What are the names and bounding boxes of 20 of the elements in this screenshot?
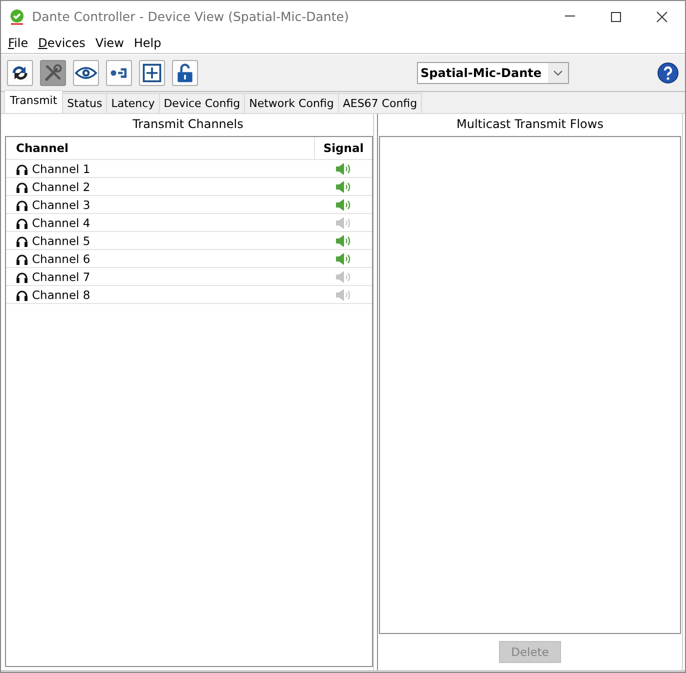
channel-name: Channel 6 (32, 252, 90, 266)
menu-item[interactable]: View (90, 36, 129, 50)
tab[interactable]: Transmit (4, 90, 64, 113)
device-dropdown[interactable]: Spatial-Mic-Dante (416, 62, 568, 84)
channel-name: Channel 4 (32, 216, 90, 230)
menu-item[interactable]: Devices (33, 36, 90, 50)
menu-item[interactable]: File (3, 36, 34, 50)
tab[interactable]: AES67 Config (338, 93, 422, 113)
column-header[interactable]: Signal (314, 137, 372, 159)
channel-name: Channel 7 (32, 270, 90, 284)
channel-name: Channel 1 (32, 162, 90, 176)
channel-name: Channel 5 (32, 234, 90, 248)
channel-name: Channel 3 (32, 198, 90, 212)
menu-item[interactable]: Help (128, 36, 166, 50)
channel-name: Channel 2 (32, 180, 90, 194)
window-title: Dante Controller - Device View (Spatial-Mic-Dante) (32, 9, 350, 24)
channel-name: Channel 8 (32, 288, 90, 302)
panel-title: Multicast Transmit Flows (456, 116, 604, 133)
panel-title: Transmit Channels (132, 116, 244, 133)
column-header[interactable]: Channel (6, 141, 314, 155)
